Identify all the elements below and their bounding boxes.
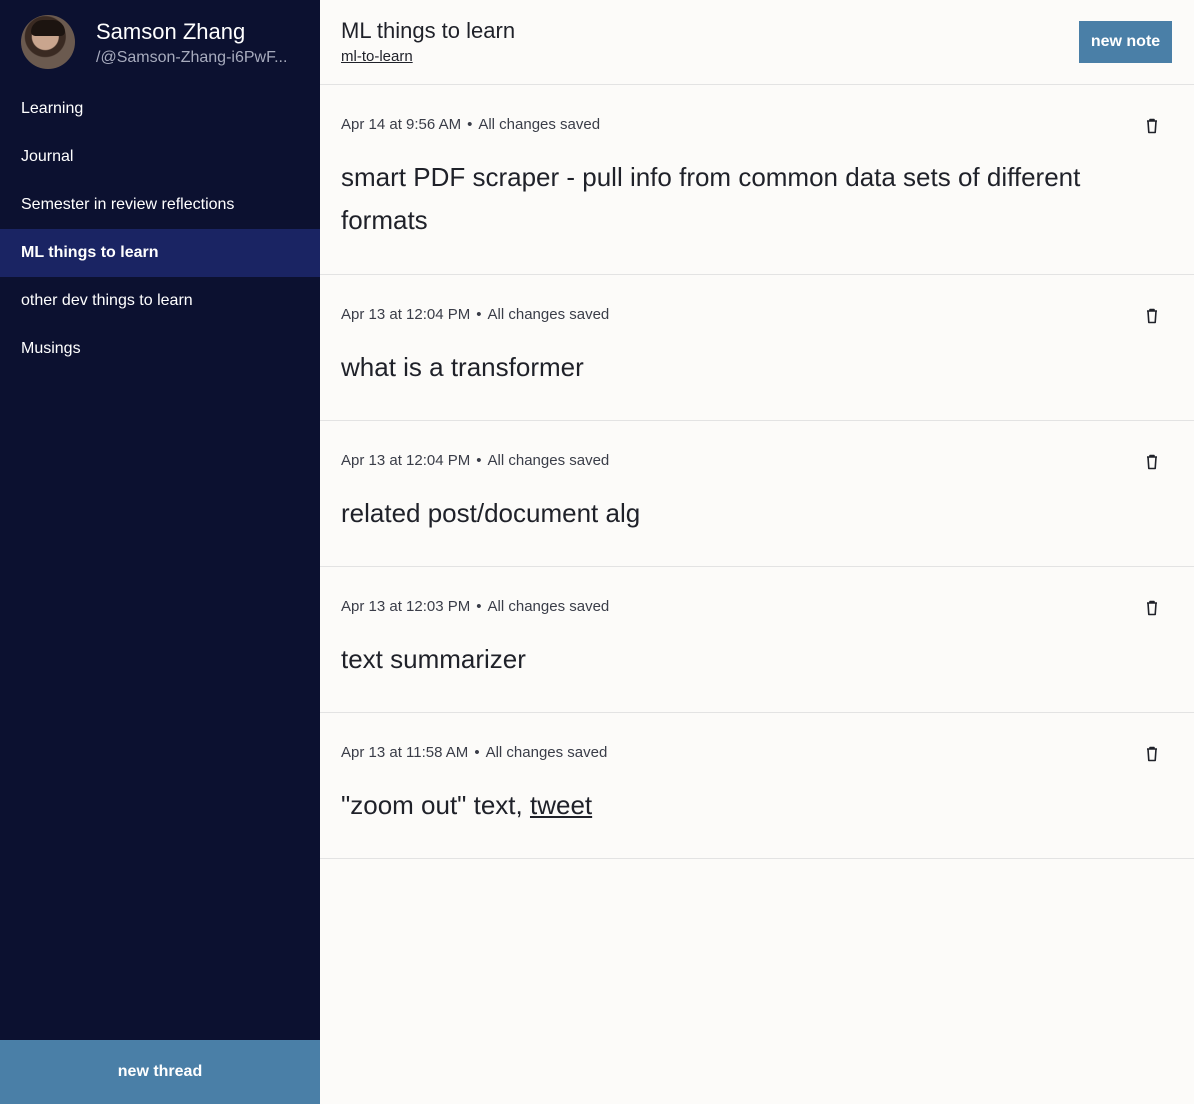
sidebar-item-other-dev-things[interactable]: other dev things to learn (0, 277, 320, 325)
note-item[interactable]: Apr 13 at 11:58 AM • All changes saved "zo… (320, 713, 1194, 859)
note-meta: Apr 13 at 11:58 AM • All changes saved (341, 744, 607, 761)
new-thread-button[interactable]: new thread (0, 1040, 320, 1104)
trash-icon[interactable] (1142, 598, 1162, 618)
thread-list: Learning Journal Semester in review refl… (0, 85, 320, 373)
profile-name: Samson Zhang (96, 19, 246, 44)
note-text[interactable]: what is a transformer (341, 346, 1161, 389)
note-date: Apr 13 at 12:04 PM (341, 306, 471, 323)
note-meta: Apr 13 at 12:03 PM • All changes saved (341, 598, 609, 615)
note-meta: Apr 13 at 12:04 PM • All changes saved (341, 452, 609, 469)
note-item[interactable]: Apr 13 at 12:04 PM • All changes saved rel… (320, 421, 1194, 567)
note-status: All changes saved (478, 116, 601, 133)
note-text[interactable]: related post/document alg (341, 492, 1161, 535)
sidebar-item-musings[interactable]: Musings (0, 325, 320, 373)
note-text[interactable]: "zoom out" text, tweet (341, 784, 1161, 827)
new-note-button[interactable]: new note (1079, 21, 1172, 63)
note-text[interactable]: smart PDF scraper - pull info from commo… (341, 156, 1161, 242)
sidebar-item-ml-things-to-learn[interactable]: ML things to learn (0, 229, 320, 277)
profile-header[interactable]: Samson Zhang /@Samson-Zhang-i6PwF... (0, 0, 320, 88)
note-status: All changes saved (485, 744, 608, 761)
trash-icon[interactable] (1142, 744, 1162, 764)
sidebar-item-learning[interactable]: Learning (0, 85, 320, 133)
note-item[interactable]: Apr 14 at 9:56 AM • All changes saved smar… (320, 85, 1194, 275)
sidebar-item-semester-in-review[interactable]: Semester in review reflections (0, 181, 320, 229)
tweet-link[interactable]: tweet (530, 790, 592, 820)
note-meta: Apr 13 at 12:04 PM • All changes saved (341, 306, 609, 323)
thread-slug-link[interactable]: ml-to-learn (341, 48, 413, 65)
note-item[interactable]: Apr 13 at 12:03 PM • All changes saved tex… (320, 567, 1194, 713)
note-status: All changes saved (487, 452, 610, 469)
trash-icon[interactable] (1142, 306, 1162, 326)
separator-dot: • (467, 116, 473, 133)
avatar (21, 15, 75, 69)
note-text-plain: "zoom out" text, (341, 790, 530, 820)
sidebar: Samson Zhang /@Samson-Zhang-i6PwF... Lea… (0, 0, 320, 1104)
note-status: All changes saved (487, 306, 610, 323)
sidebar-item-journal[interactable]: Journal (0, 133, 320, 181)
profile-handle: /@Samson-Zhang-i6PwF... (96, 49, 288, 66)
separator-dot: • (476, 598, 482, 615)
note-status: All changes saved (487, 598, 610, 615)
note-date: Apr 13 at 11:58 AM (341, 744, 469, 761)
separator-dot: • (474, 744, 480, 761)
note-text[interactable]: text summarizer (341, 638, 1161, 681)
trash-icon[interactable] (1142, 116, 1162, 136)
note-item[interactable]: Apr 13 at 12:04 PM • All changes saved wha… (320, 275, 1194, 421)
separator-dot: • (476, 452, 482, 469)
notes-list: Apr 14 at 9:56 AM • All changes saved smar… (320, 85, 1194, 859)
page-title: ML things to learn (341, 18, 516, 43)
note-date: Apr 14 at 9:56 AM (341, 116, 462, 133)
trash-icon[interactable] (1142, 452, 1162, 472)
note-date: Apr 13 at 12:03 PM (341, 598, 471, 615)
note-meta: Apr 14 at 9:56 AM • All changes saved (341, 116, 600, 133)
separator-dot: • (476, 306, 482, 323)
main-panel: ML things to learn ml-to-learn new note … (320, 0, 1194, 1104)
note-date: Apr 13 at 12:04 PM (341, 452, 471, 469)
thread-header: ML things to learn ml-to-learn new note (320, 0, 1194, 85)
